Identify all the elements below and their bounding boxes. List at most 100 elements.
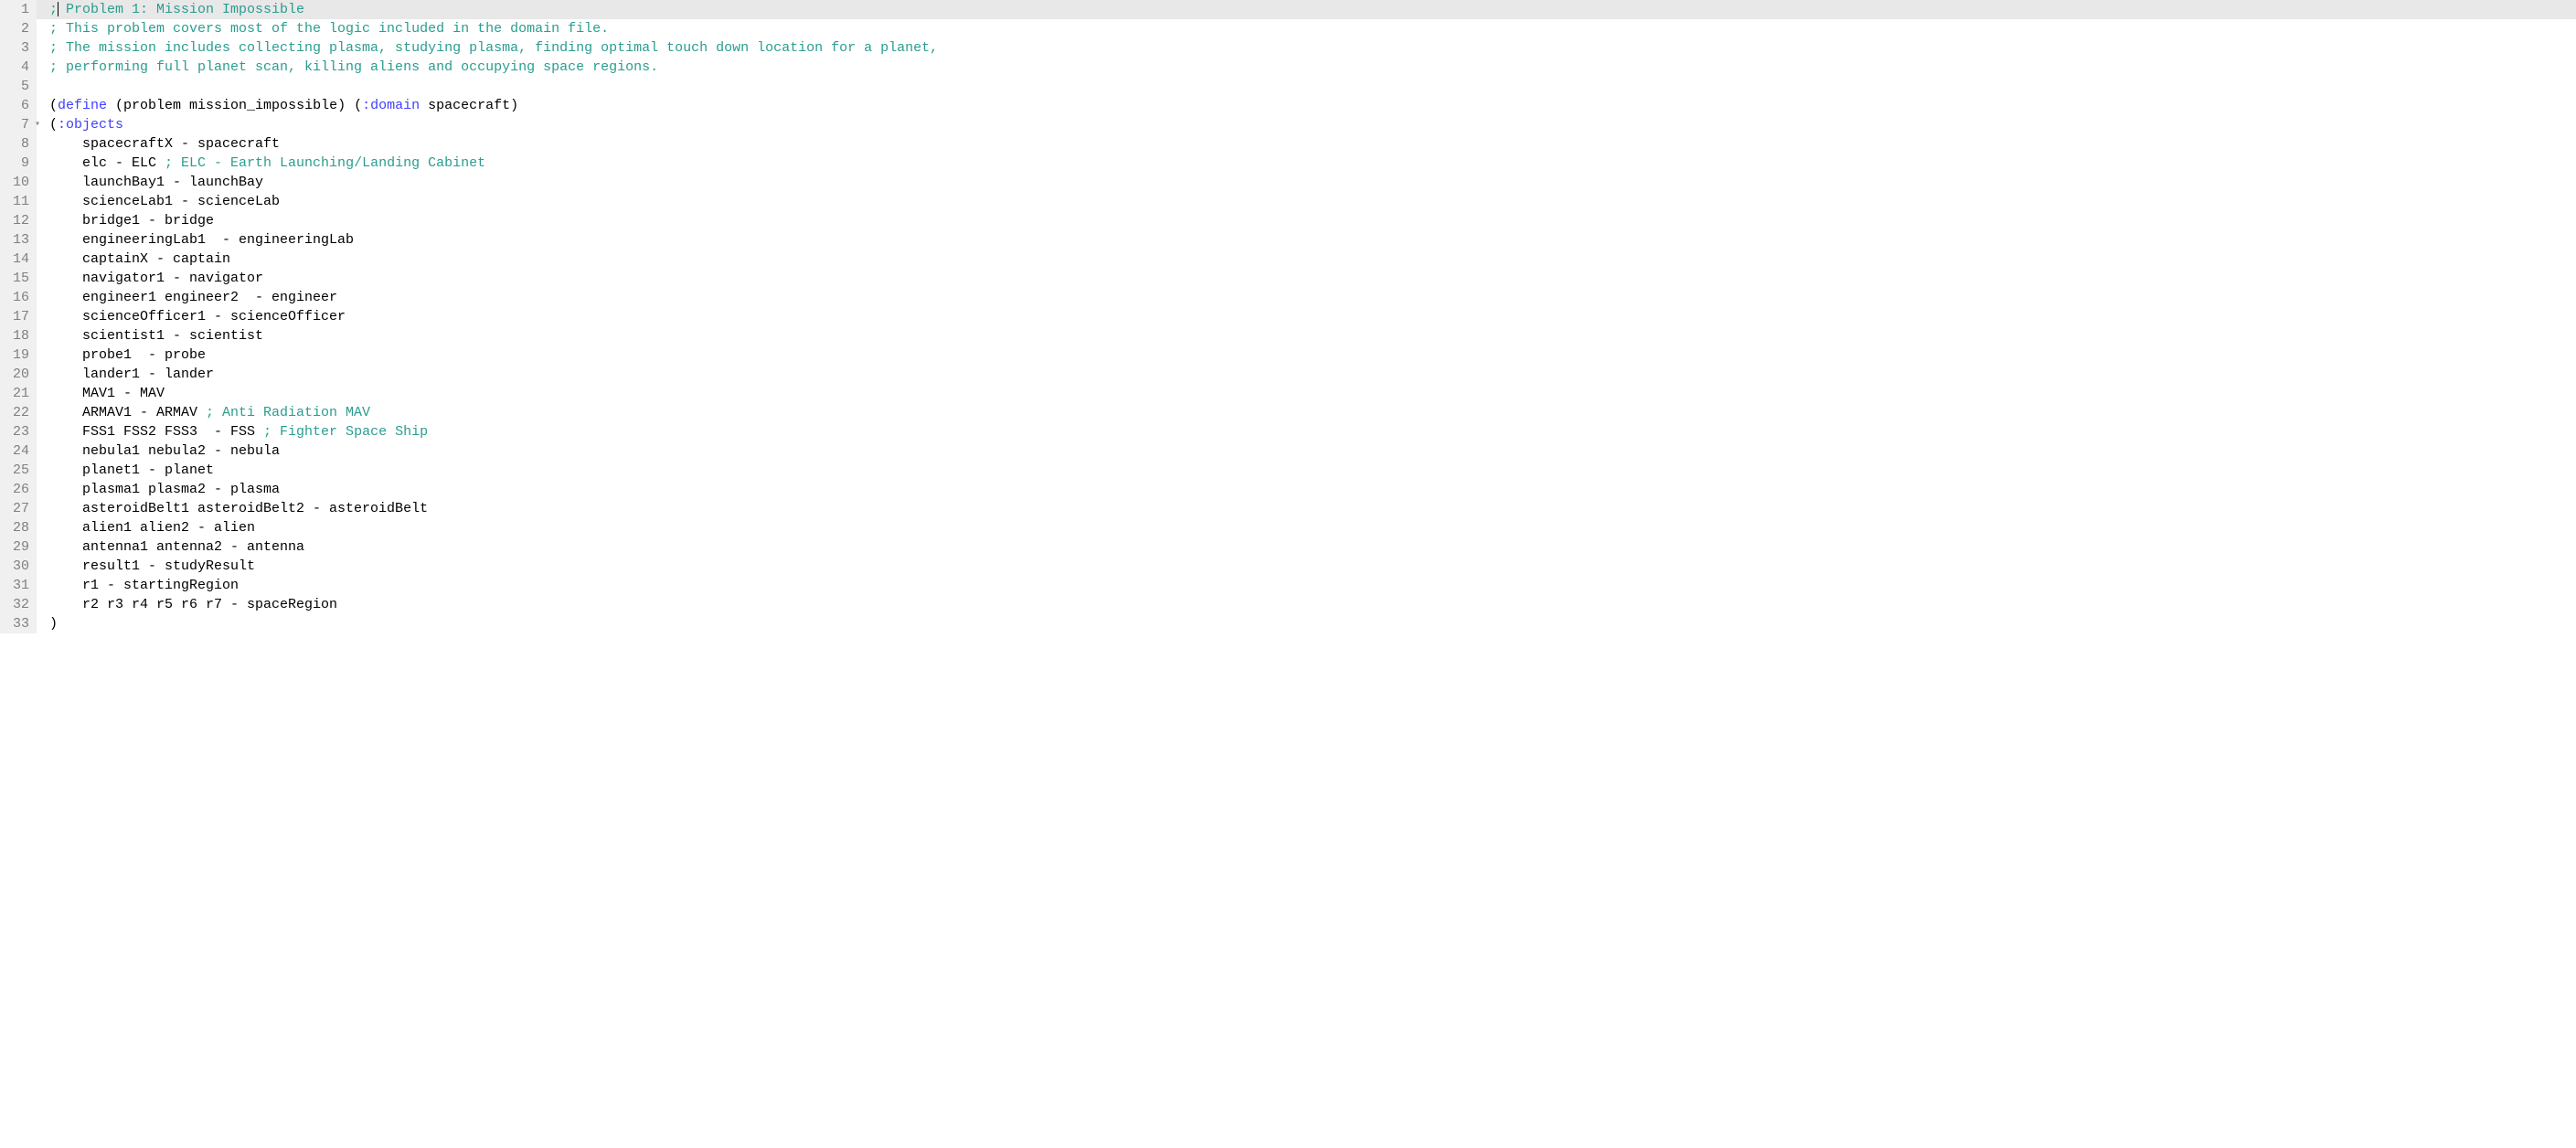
comment-token: ; Fighter Space Ship	[263, 424, 428, 440]
code-line[interactable]: )	[49, 614, 2576, 633]
line-number: 16	[7, 288, 29, 307]
line-number: 21	[7, 384, 29, 403]
line-number: 18	[7, 326, 29, 345]
code-line[interactable]: (define (problem mission_impossible) (:d…	[49, 96, 2576, 115]
line-number: 22	[7, 403, 29, 422]
line-number: 27	[7, 499, 29, 518]
text-token: spacecraft)	[420, 98, 518, 113]
text-token: MAV1 - MAV	[49, 386, 165, 401]
text-token: r2 r3 r4 r5 r6 r7 - spaceRegion	[49, 597, 337, 612]
text-token: plasma1 plasma2 - plasma	[49, 482, 280, 497]
line-number: 1	[7, 0, 29, 19]
code-line[interactable]: bridge1 - bridge	[49, 211, 2576, 230]
text-token: navigator1 - navigator	[49, 271, 263, 286]
code-line[interactable]: ; performing full planet scan, killing a…	[49, 58, 2576, 77]
text-token: planet1 - planet	[49, 462, 214, 478]
line-number: 13	[7, 230, 29, 250]
code-line[interactable]: antenna1 antenna2 - antenna	[49, 537, 2576, 557]
code-line[interactable]: elc - ELC ; ELC - Earth Launching/Landin…	[49, 154, 2576, 173]
text-token: lander1 - lander	[49, 367, 214, 382]
comment-token: ; ELC - Earth Launching/Landing Cabinet	[165, 155, 485, 171]
code-line[interactable]: launchBay1 - launchBay	[49, 173, 2576, 192]
text-token: (	[49, 98, 58, 113]
line-number: 19	[7, 345, 29, 365]
keyword-token: define	[58, 98, 107, 113]
comment-token: ; The mission includes collecting plasma…	[49, 40, 938, 56]
text-token: scientist1 - scientist	[49, 328, 263, 344]
code-line[interactable]: (:objects	[49, 115, 2576, 134]
code-line[interactable]: ARMAV1 - ARMAV ; Anti Radiation MAV	[49, 403, 2576, 422]
code-line[interactable]: ; The mission includes collecting plasma…	[49, 38, 2576, 58]
code-line[interactable]: r1 - startingRegion	[49, 576, 2576, 595]
text-token: )	[49, 616, 58, 632]
text-token: scienceLab1 - scienceLab	[49, 194, 280, 209]
line-number: 10	[7, 173, 29, 192]
line-number: 11	[7, 192, 29, 211]
line-number: 8	[7, 134, 29, 154]
line-number: 24	[7, 441, 29, 461]
code-line[interactable]: lander1 - lander	[49, 365, 2576, 384]
code-line[interactable]	[49, 77, 2576, 96]
code-line[interactable]: MAV1 - MAV	[49, 384, 2576, 403]
code-line[interactable]: scientist1 - scientist	[49, 326, 2576, 345]
code-line[interactable]: spacecraftX - spacecraft	[49, 134, 2576, 154]
code-line[interactable]: engineeringLab1 - engineeringLab	[49, 230, 2576, 250]
line-number: 23	[7, 422, 29, 441]
code-area[interactable]: ; Problem 1: Mission Impossible ; This pr…	[37, 0, 2576, 633]
text-token: captainX - captain	[49, 251, 230, 267]
code-line[interactable]: ; Problem 1: Mission Impossible	[37, 0, 2576, 19]
text-token: alien1 alien2 - alien	[49, 520, 255, 536]
text-token: result1 - studyResult	[49, 558, 255, 574]
code-line[interactable]: alien1 alien2 - alien	[49, 518, 2576, 537]
text-token: bridge1 - bridge	[49, 213, 214, 229]
line-number: 4	[7, 58, 29, 77]
line-number: 12	[7, 211, 29, 230]
line-number: 17	[7, 307, 29, 326]
code-line[interactable]: navigator1 - navigator	[49, 269, 2576, 288]
line-number: 9	[7, 154, 29, 173]
text-token: elc - ELC	[49, 155, 165, 171]
line-number: 6	[7, 96, 29, 115]
code-line[interactable]: probe1 - probe	[49, 345, 2576, 365]
line-number: 7	[7, 115, 29, 134]
line-number: 5	[7, 77, 29, 96]
line-number: 29	[7, 537, 29, 557]
line-number: 25	[7, 461, 29, 480]
code-line[interactable]: FSS1 FSS2 FSS3 - FSS ; Fighter Space Shi…	[49, 422, 2576, 441]
code-line[interactable]: result1 - studyResult	[49, 557, 2576, 576]
code-line[interactable]: captainX - captain	[49, 250, 2576, 269]
code-line[interactable]: planet1 - planet	[49, 461, 2576, 480]
line-number: 32	[7, 595, 29, 614]
code-line[interactable]: scienceOfficer1 - scienceOfficer	[49, 307, 2576, 326]
line-number: 30	[7, 557, 29, 576]
comment-token: ;	[49, 2, 58, 17]
comment-token: ; performing full planet scan, killing a…	[49, 59, 658, 75]
text-token: engineeringLab1 - engineeringLab	[49, 232, 354, 248]
keyword-token: :objects	[58, 117, 123, 133]
code-line[interactable]: engineer1 engineer2 - engineer	[49, 288, 2576, 307]
text-token: antenna1 antenna2 - antenna	[49, 539, 304, 555]
code-line[interactable]: ; This problem covers most of the logic …	[49, 19, 2576, 38]
text-token: (	[49, 117, 58, 133]
text-token: asteroidBelt1 asteroidBelt2 - asteroidBe…	[49, 501, 428, 516]
line-number: 14	[7, 250, 29, 269]
line-number: 26	[7, 480, 29, 499]
line-number: 33	[7, 614, 29, 633]
code-line[interactable]: plasma1 plasma2 - plasma	[49, 480, 2576, 499]
text-token: engineer1 engineer2 - engineer	[49, 290, 337, 305]
code-editor[interactable]: 1234567891011121314151617181920212223242…	[0, 0, 2576, 633]
code-line[interactable]: nebula1 nebula2 - nebula	[49, 441, 2576, 461]
code-line[interactable]: r2 r3 r4 r5 r6 r7 - spaceRegion	[49, 595, 2576, 614]
text-token: scienceOfficer1 - scienceOfficer	[49, 309, 346, 324]
line-number: 31	[7, 576, 29, 595]
line-number: 20	[7, 365, 29, 384]
keyword-token: :domain	[362, 98, 420, 113]
text-token: FSS1 FSS2 FSS3 - FSS	[49, 424, 263, 440]
comment-token: ; Anti Radiation MAV	[206, 405, 370, 420]
text-token: spacecraftX - spacecraft	[49, 136, 280, 152]
line-number: 28	[7, 518, 29, 537]
code-line[interactable]: scienceLab1 - scienceLab	[49, 192, 2576, 211]
code-line[interactable]: asteroidBelt1 asteroidBelt2 - asteroidBe…	[49, 499, 2576, 518]
comment-token: ; This problem covers most of the logic …	[49, 21, 609, 37]
line-number: 15	[7, 269, 29, 288]
